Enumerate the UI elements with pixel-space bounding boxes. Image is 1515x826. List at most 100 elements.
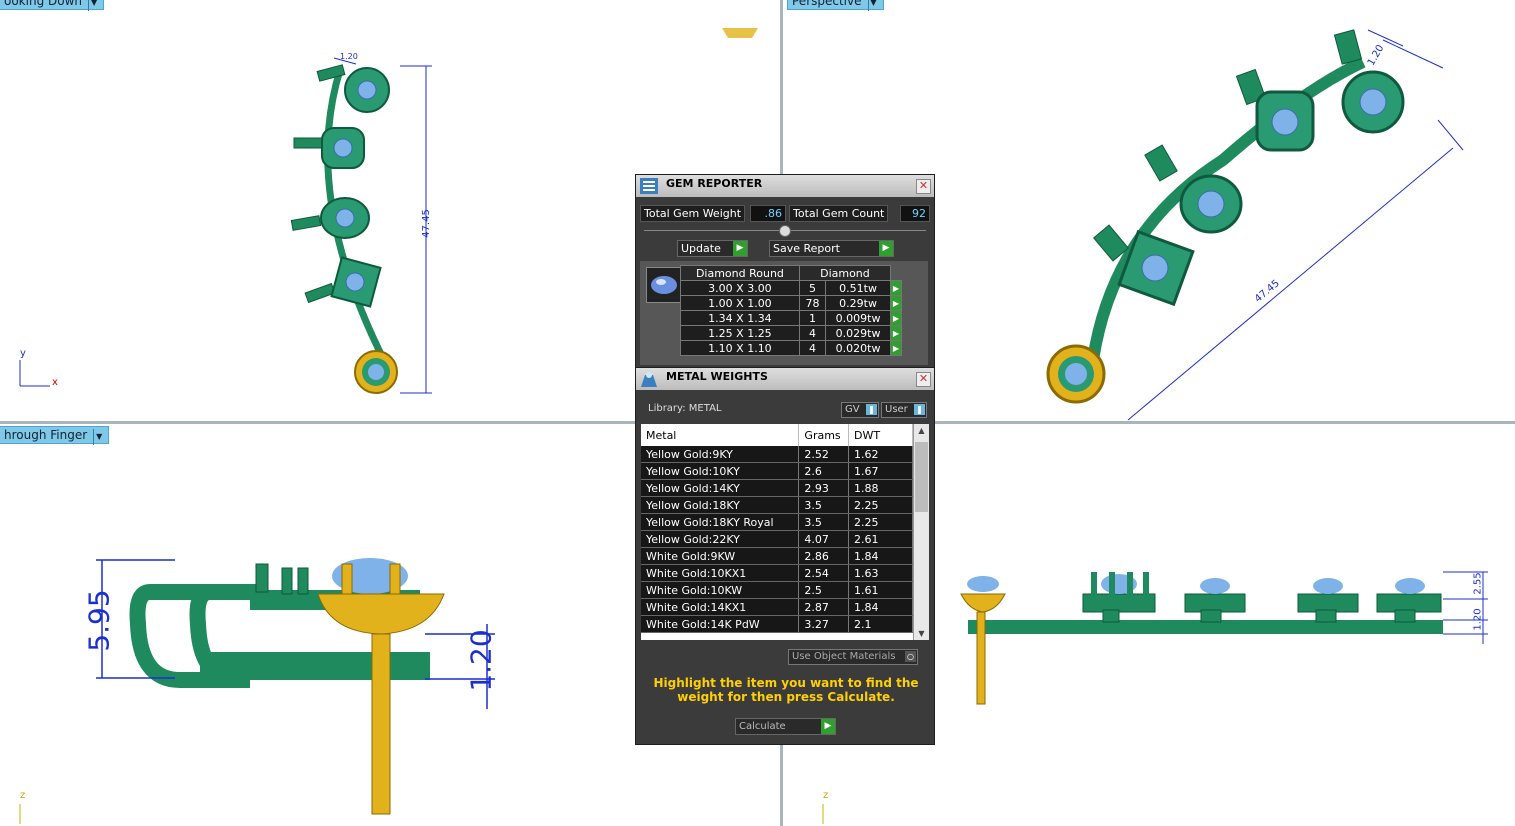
metal-metal-cell: White Gold:10KW bbox=[641, 581, 800, 599]
gem-weight: 0.51tw bbox=[825, 280, 891, 296]
metal-dwt-cell: 1.67 bbox=[848, 462, 914, 480]
metal-metal-cell: Yellow Gold:22KY bbox=[641, 530, 800, 548]
close-icon[interactable]: ✕ bbox=[916, 372, 931, 387]
table-row[interactable]: 1.25 X 1.25 4 0.029tw ▶ bbox=[680, 325, 902, 341]
gv-toggle[interactable]: GV ❚ bbox=[841, 402, 879, 418]
table-row[interactable]: White Gold:10KX1 2.54 1.63 bbox=[641, 564, 914, 582]
metal-dwt-cell: 1.63 bbox=[848, 564, 914, 582]
diamond-thumbnail[interactable] bbox=[646, 267, 682, 303]
metal-grams-cell: 2.93 bbox=[798, 479, 849, 497]
scrollbar-thumb[interactable] bbox=[915, 442, 928, 512]
panel-title: GEM REPORTER bbox=[666, 177, 763, 190]
metal-dwt-cell: 1.88 bbox=[848, 479, 914, 497]
gem-count: 5 bbox=[798, 280, 827, 296]
metal-metal-cell: Yellow Gold:10KY bbox=[641, 462, 800, 480]
grams-col-header[interactable]: Grams bbox=[798, 424, 849, 446]
diamond-icon bbox=[651, 276, 677, 294]
table-row[interactable]: Yellow Gold:10KY 2.6 1.67 bbox=[641, 462, 914, 480]
metal-grams-cell: 3.5 bbox=[798, 513, 849, 531]
dimension-label-height: 5.95 bbox=[82, 589, 116, 652]
table-row[interactable]: White Gold:14KX1 2.87 1.84 bbox=[641, 598, 914, 616]
dimension-label-top: 2.55 bbox=[1472, 572, 1484, 595]
gem-size: 1.25 X 1.25 bbox=[680, 325, 800, 341]
table-row[interactable]: White Gold:10KW 2.5 1.61 bbox=[641, 581, 914, 599]
calculate-button-label: Calculate bbox=[739, 721, 786, 732]
calculate-button[interactable]: Calculate ▶ bbox=[735, 718, 836, 735]
gem-col-header: Diamond bbox=[798, 265, 892, 281]
dwt-col-header[interactable]: DWT bbox=[848, 424, 914, 446]
metal-weights-icon bbox=[641, 372, 657, 387]
total-gem-weight-value: .86 bbox=[750, 205, 786, 222]
metal-dwt-cell: 2.25 bbox=[848, 496, 914, 514]
scroll-up-icon[interactable]: ▲ bbox=[914, 426, 929, 435]
gem-size: 3.00 X 3.00 bbox=[680, 280, 800, 296]
table-row[interactable]: White Gold:9KW 2.86 1.84 bbox=[641, 547, 914, 565]
gem-table: Diamond Round Diamond 3.00 X 3.00 5 0.51… bbox=[680, 265, 902, 356]
metal-col-header[interactable]: Metal bbox=[641, 424, 800, 446]
metal-grams-cell: 3.27 bbox=[798, 615, 849, 633]
save-report-button-label: Save Report bbox=[773, 242, 840, 255]
use-object-materials-toggle[interactable]: Use Object Materials ○ bbox=[788, 649, 918, 665]
splitter-knob-icon[interactable] bbox=[779, 225, 791, 237]
axis-z-label: z bbox=[20, 790, 26, 801]
metal-grams-cell: 2.52 bbox=[798, 446, 849, 463]
metal-grams-cell: 4.07 bbox=[798, 530, 849, 548]
metal-table-frame: Metal Grams DWT Yellow Gold:9KY 2.52 1.62 Y… bbox=[641, 424, 929, 640]
toggle-indicator-icon: ❚ bbox=[866, 404, 877, 415]
update-button[interactable]: Update ▶ bbox=[677, 240, 748, 257]
table-row[interactable]: Yellow Gold:22KY 4.07 2.61 bbox=[641, 530, 914, 548]
metal-dwt-cell: 2.61 bbox=[848, 530, 914, 548]
metal-dwt-cell: 2.25 bbox=[848, 513, 914, 531]
metal-dwt-cell: 1.62 bbox=[848, 446, 914, 463]
use-object-materials-label: Use Object Materials bbox=[792, 651, 896, 662]
table-row[interactable]: 1.34 X 1.34 1 0.009tw ▶ bbox=[680, 310, 902, 326]
gem-count: 4 bbox=[798, 340, 827, 356]
table-row[interactable]: White Gold:14K PdW 3.27 2.1 bbox=[641, 615, 914, 633]
row-play-icon[interactable]: ▶ bbox=[890, 310, 902, 326]
gem-weight: 0.020tw bbox=[825, 340, 891, 356]
update-button-label: Update bbox=[681, 242, 721, 255]
gem-size: 1.10 X 1.10 bbox=[680, 340, 800, 356]
table-row[interactable]: 1.00 X 1.00 78 0.29tw ▶ bbox=[680, 295, 902, 311]
gem-count: 4 bbox=[798, 325, 827, 341]
table-row[interactable]: 1.10 X 1.10 4 0.020tw ▶ bbox=[680, 340, 902, 356]
row-play-icon[interactable]: ▶ bbox=[890, 340, 902, 356]
scroll-down-icon[interactable]: ▼ bbox=[914, 629, 929, 638]
metal-metal-cell: White Gold:10KX1 bbox=[641, 564, 800, 582]
metal-weights-panel: METAL WEIGHTS ✕ Library: METAL GV ❚ User ❚… bbox=[635, 367, 935, 745]
toggle-indicator-icon: ○ bbox=[905, 651, 916, 662]
metal-grams-cell: 3.5 bbox=[798, 496, 849, 514]
row-play-icon[interactable]: ▶ bbox=[890, 280, 902, 296]
gem-weight: 0.029tw bbox=[825, 325, 891, 341]
metal-metal-cell: Yellow Gold:18KY Royal bbox=[641, 513, 800, 531]
save-report-button[interactable]: Save Report ▶ bbox=[769, 240, 894, 257]
metal-metal-cell: White Gold:9KW bbox=[641, 547, 800, 565]
table-row[interactable]: Yellow Gold:18KY Royal 3.5 2.25 bbox=[641, 513, 914, 531]
metal-dwt-cell: 1.61 bbox=[848, 581, 914, 599]
gem-col-header: Diamond Round bbox=[680, 265, 800, 281]
close-icon[interactable]: ✕ bbox=[916, 179, 931, 194]
metal-table-scrollbar[interactable]: ▲ ▼ bbox=[913, 424, 929, 640]
metal-grams-cell: 2.54 bbox=[798, 564, 849, 582]
row-play-icon[interactable]: ▶ bbox=[890, 295, 902, 311]
metal-dwt-cell: 1.84 bbox=[848, 547, 914, 565]
gem-size: 1.00 X 1.00 bbox=[680, 295, 800, 311]
dimension-label-height: 47.45 bbox=[420, 209, 432, 238]
dimension-label-small: 1.20 bbox=[464, 629, 498, 692]
metal-metal-cell: White Gold:14KX1 bbox=[641, 598, 800, 616]
user-toggle[interactable]: User ❚ bbox=[881, 402, 927, 418]
table-row[interactable]: Yellow Gold:14KY 2.93 1.88 bbox=[641, 479, 914, 497]
table-row[interactable]: 3.00 X 3.00 5 0.51tw ▶ bbox=[680, 280, 902, 296]
row-play-icon[interactable]: ▶ bbox=[890, 325, 902, 341]
axis-z-label: z bbox=[823, 790, 829, 801]
gem-reporter-titlebar[interactable]: GEM REPORTER ✕ bbox=[636, 175, 934, 197]
total-gem-count-value: 92 bbox=[900, 205, 930, 222]
gem-reporter-icon bbox=[640, 178, 658, 194]
metal-weights-titlebar[interactable]: METAL WEIGHTS ✕ bbox=[636, 368, 934, 390]
metal-dwt-cell: 1.84 bbox=[848, 598, 914, 616]
total-gem-count-label: Total Gem Count bbox=[789, 205, 889, 222]
table-row[interactable]: Yellow Gold:9KY 2.52 1.62 bbox=[641, 446, 914, 463]
metal-metal-cell: Yellow Gold:14KY bbox=[641, 479, 800, 497]
gem-count: 1 bbox=[798, 310, 827, 326]
table-row[interactable]: Yellow Gold:18KY 3.5 2.25 bbox=[641, 496, 914, 514]
